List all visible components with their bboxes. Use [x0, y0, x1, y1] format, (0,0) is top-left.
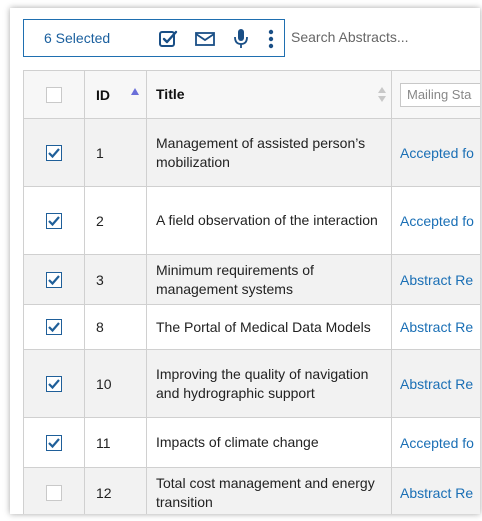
id-header-label: ID: [96, 86, 110, 103]
row-mailing-status[interactable]: Abstract Re: [392, 350, 480, 417]
mailing-status-filter[interactable]: Mailing Sta: [400, 82, 480, 107]
table-header: ID Title Mailing Sta: [24, 70, 480, 119]
row-checkbox-cell: [24, 305, 85, 349]
title-column-header[interactable]: Title: [147, 71, 392, 118]
table-row[interactable]: 8 The Portal of Medical Data Models Abst…: [24, 305, 480, 350]
row-id: 1: [85, 119, 147, 186]
table-row[interactable]: 1 Management of assisted person’s mobili…: [24, 119, 480, 187]
row-mailing-status[interactable]: Abstract Re: [392, 255, 480, 304]
title-header-label: Title: [156, 86, 185, 102]
row-id: 2: [85, 187, 147, 254]
table-row[interactable]: 10 Improving the quality of navigation a…: [24, 350, 480, 418]
row-title: Management of assisted person’s mobiliza…: [147, 119, 392, 186]
row-mailing-status[interactable]: Accepted fo: [392, 187, 480, 254]
row-id: 3: [85, 255, 147, 304]
selected-count: 6 Selected: [44, 30, 111, 46]
row-checkbox-cell: [24, 468, 85, 514]
mail-icon[interactable]: [194, 28, 216, 50]
row-mailing-status[interactable]: Abstract Re: [392, 305, 480, 349]
selection-bar: 6 Selected: [23, 19, 285, 57]
row-checkbox[interactable]: [46, 484, 62, 501]
more-vertical-icon[interactable]: [260, 28, 282, 50]
row-title: Impacts of climate change: [147, 418, 392, 467]
table-row[interactable]: 12 Total cost management and energy tran…: [24, 468, 480, 514]
row-mailing-status[interactable]: Accepted fo: [392, 119, 480, 186]
table-row[interactable]: 3 Minimum requirements of management sys…: [24, 255, 480, 305]
row-checkbox[interactable]: [46, 375, 62, 392]
sort-ascending-icon: [131, 88, 139, 95]
row-checkbox[interactable]: [46, 319, 62, 335]
row-title: Minimum requirements of management syste…: [147, 255, 392, 304]
check-square-icon[interactable]: [157, 28, 179, 50]
id-column-header[interactable]: ID: [85, 71, 147, 118]
select-all-checkbox[interactable]: [46, 86, 62, 103]
microphone-icon[interactable]: [230, 28, 252, 50]
sort-icon: [378, 87, 386, 103]
row-mailing-status[interactable]: Accepted fo: [392, 418, 480, 467]
row-checkbox-cell: [24, 119, 85, 186]
row-checkbox[interactable]: [46, 271, 62, 288]
row-id: 8: [85, 305, 147, 349]
table-row[interactable]: 11 Impacts of climate change Accepted fo: [24, 418, 480, 468]
search-box: [287, 19, 480, 57]
toolbar: 6 Selected: [10, 8, 480, 68]
abstracts-panel: 6 Selected Search Abstracts... ID Title …: [10, 8, 480, 514]
row-title: A field observation of the interaction: [147, 187, 392, 254]
row-checkbox[interactable]: [46, 212, 62, 229]
row-checkbox-cell: [24, 187, 85, 254]
row-id: 11: [85, 418, 147, 467]
search-input[interactable]: [287, 19, 480, 55]
row-checkbox[interactable]: [46, 434, 62, 451]
select-all-cell: [24, 71, 85, 118]
row-mailing-status[interactable]: Abstract Re: [392, 468, 480, 514]
row-checkbox-cell: [24, 255, 85, 304]
mailing-status-column-header: Mailing Sta: [392, 71, 480, 118]
table-row[interactable]: 2 A field observation of the interaction…: [24, 187, 480, 255]
row-title: Improving the quality of navigation and …: [147, 350, 392, 417]
row-checkbox[interactable]: [46, 144, 62, 161]
row-checkbox-cell: [24, 350, 85, 417]
row-id: 12: [85, 468, 147, 514]
abstracts-table: ID Title Mailing Sta 1 Management of ass…: [23, 70, 480, 514]
row-title: The Portal of Medical Data Models: [147, 305, 392, 349]
row-id: 10: [85, 350, 147, 417]
row-checkbox-cell: [24, 418, 85, 467]
row-title: Total cost management and energy transit…: [147, 468, 392, 514]
